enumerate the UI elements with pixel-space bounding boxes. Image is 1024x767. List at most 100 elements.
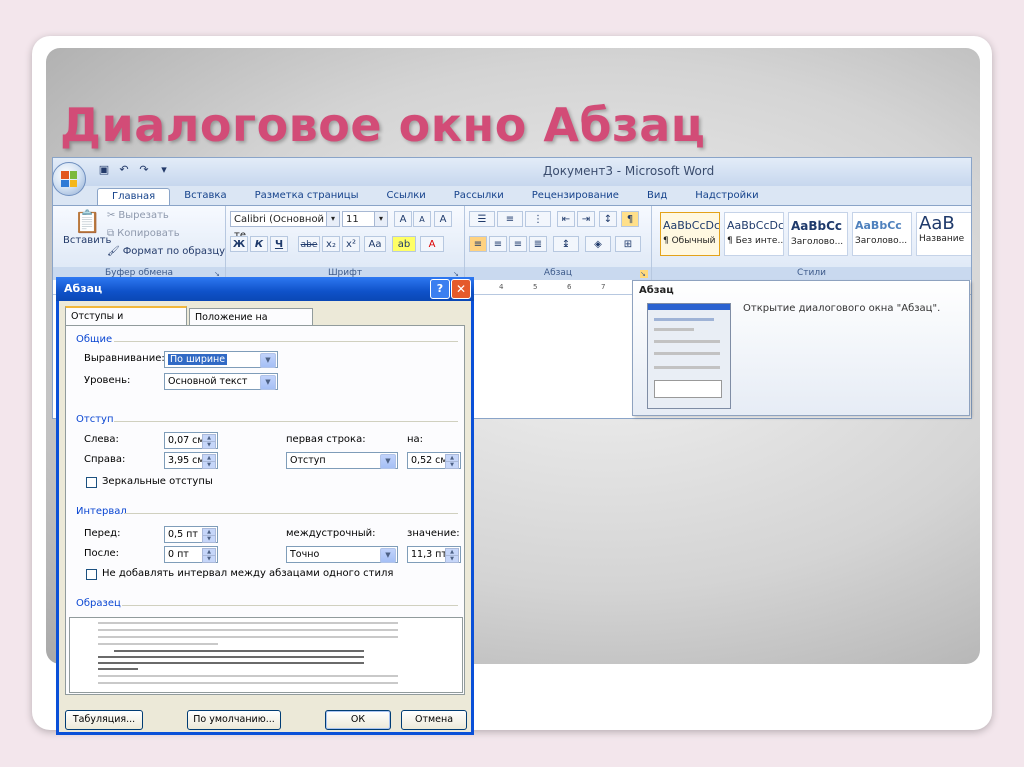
cancel-button[interactable]: Отмена [401, 710, 467, 730]
shrink-font-icon[interactable]: A [413, 211, 431, 227]
tab-insert[interactable]: Вставка [170, 188, 240, 205]
paste-button[interactable]: 📋 Вставить [63, 210, 111, 246]
space-before-spinner[interactable]: 0,5 пт ▲ ▼ [164, 526, 218, 543]
justify-icon[interactable]: ≣ [529, 236, 547, 252]
alignment-select[interactable]: По ширине ▼ [164, 351, 278, 368]
help-button[interactable]: ? [430, 279, 450, 299]
spin-down-icon[interactable]: ▼ [202, 535, 216, 543]
mirror-indents-label: Зеркальные отступы [102, 476, 213, 487]
first-line-label: первая строка: [286, 434, 366, 445]
tab-references[interactable]: Ссылки [372, 188, 439, 205]
tooltip-text: Открытие диалогового окна "Абзац". [743, 303, 941, 314]
quick-access-toolbar: ▣ ↶ ↷ ▾ [97, 163, 171, 177]
tab-view[interactable]: Вид [633, 188, 681, 205]
spin-down-icon[interactable]: ▼ [202, 441, 216, 449]
save-icon[interactable]: ▣ [97, 163, 111, 177]
spin-down-icon[interactable]: ▼ [202, 461, 216, 469]
ruler-tick: 7 [601, 283, 606, 291]
bold-button[interactable]: Ж [230, 236, 248, 252]
tab-indents-spacing[interactable]: Отступы и интервалы [65, 306, 187, 339]
first-line-select[interactable]: Отступ ▼ [286, 452, 398, 469]
spin-down-icon[interactable]: ▼ [445, 555, 459, 563]
align-left-icon[interactable]: ≡ [469, 236, 487, 252]
level-select[interactable]: Основной текст ▼ [164, 373, 278, 390]
font-group: Calibri (Основной те▾ 11▾ A A A Ж К Ч ab… [226, 206, 465, 280]
strikethrough-button[interactable]: abe [298, 236, 320, 252]
format-painter-button[interactable]: 🖌 Формат по образцу [107, 246, 225, 257]
qat-menu-icon[interactable]: ▾ [157, 163, 171, 177]
copy-button[interactable]: ⧉ Копировать [107, 228, 180, 239]
highlight-button[interactable]: ab [392, 236, 416, 252]
space-after-spinner[interactable]: 0 пт ▲ ▼ [164, 546, 218, 563]
close-button[interactable]: ✕ [451, 279, 471, 299]
tab-mailings[interactable]: Рассылки [440, 188, 518, 205]
tab-page-layout[interactable]: Разметка страницы [241, 188, 373, 205]
dialog-thumbnail [647, 303, 731, 409]
font-color-button[interactable]: A [420, 236, 444, 252]
style-heading-1[interactable]: AaBbCc Заголово... [788, 212, 848, 256]
paragraph-group-label: Абзац [465, 267, 651, 280]
multilevel-list-icon[interactable]: ⋮ [525, 211, 551, 227]
underline-button[interactable]: Ч [270, 236, 288, 252]
cut-button[interactable]: ✂ Вырезать [107, 210, 169, 221]
font-size-combo[interactable]: 11 ▾ [342, 211, 388, 227]
increase-indent-icon[interactable]: ⇥ [577, 211, 595, 227]
tab-review[interactable]: Рецензирование [518, 188, 633, 205]
preview-line [98, 668, 138, 670]
left-indent-spinner[interactable]: 0,07 см ▲ ▼ [164, 432, 218, 449]
bullets-icon[interactable]: ☰ [469, 211, 495, 227]
spin-down-icon[interactable]: ▼ [202, 555, 216, 563]
clear-formatting-icon[interactable]: A [434, 211, 452, 227]
section-divider [114, 421, 458, 422]
mirror-indents-checkbox[interactable] [86, 477, 97, 488]
spin-down-icon[interactable]: ▼ [445, 461, 459, 469]
grow-font-icon[interactable]: A [394, 211, 412, 227]
first-line-by-spinner[interactable]: 0,52 см ▲ ▼ [407, 452, 461, 469]
set-default-button[interactable]: По умолчанию... [187, 710, 281, 730]
tab-add-ins[interactable]: Надстройки [681, 188, 772, 205]
spacing-heading: Интервал [76, 506, 127, 517]
chevron-down-icon: ▾ [326, 212, 339, 226]
preview-line [98, 636, 398, 638]
general-heading: Общие [76, 334, 113, 345]
no-space-same-style-checkbox[interactable] [86, 569, 97, 580]
change-case-button[interactable]: Aa [364, 236, 386, 252]
undo-icon[interactable]: ↶ [117, 163, 131, 177]
italic-button[interactable]: К [250, 236, 268, 252]
right-indent-spinner[interactable]: 3,95 см ▲ ▼ [164, 452, 218, 469]
tab-line-page-breaks[interactable]: Положение на странице [189, 308, 313, 340]
office-logo-icon [61, 171, 77, 187]
title-bar: ▣ ↶ ↷ ▾ Документ3 - Microsoft Word [53, 158, 971, 186]
style-no-spacing[interactable]: AaBbCcDc ¶ Без инте... [724, 212, 784, 256]
preview-line [98, 622, 398, 624]
decrease-indent-icon[interactable]: ⇤ [557, 211, 575, 227]
paragraph-launcher-icon[interactable]: ↘ [640, 270, 648, 278]
sort-icon[interactable]: ↕ [599, 211, 617, 227]
redo-icon[interactable]: ↷ [137, 163, 151, 177]
numbering-icon[interactable]: ≡ [497, 211, 523, 227]
superscript-button[interactable]: x² [342, 236, 360, 252]
style-heading-2[interactable]: AaBbCc Заголово... [852, 212, 912, 256]
borders-icon[interactable]: ⊞ [615, 236, 641, 252]
line-spacing-at-spinner[interactable]: 11,3 пт ▲ ▼ [407, 546, 461, 563]
align-center-icon[interactable]: ≡ [489, 236, 507, 252]
tab-home[interactable]: Главная [97, 188, 171, 205]
copy-icon: ⧉ [107, 228, 115, 239]
office-button[interactable] [52, 162, 86, 196]
line-spacing-select[interactable]: Точно ▼ [286, 546, 398, 563]
shading-icon[interactable]: ◈ [585, 236, 611, 252]
font-name-combo[interactable]: Calibri (Основной те▾ [230, 211, 340, 241]
paste-icon: 📋 [73, 210, 101, 235]
subscript-button[interactable]: x₂ [322, 236, 340, 252]
ruler-tick: 6 [567, 283, 572, 291]
ok-button[interactable]: ОК [325, 710, 391, 730]
line-spacing-label: междустрочный: [286, 528, 376, 539]
left-indent-label: Слева: [84, 434, 119, 445]
style-title[interactable]: AaB Название [916, 212, 971, 256]
line-spacing-icon[interactable]: ↨ [553, 236, 579, 252]
align-right-icon[interactable]: ≡ [509, 236, 527, 252]
pilcrow-icon[interactable]: ¶ [621, 211, 639, 227]
chevron-down-icon: ▼ [380, 454, 396, 469]
style-normal[interactable]: AaBbCcDc ¶ Обычный [660, 212, 720, 256]
tabs-button[interactable]: Табуляция... [65, 710, 143, 730]
